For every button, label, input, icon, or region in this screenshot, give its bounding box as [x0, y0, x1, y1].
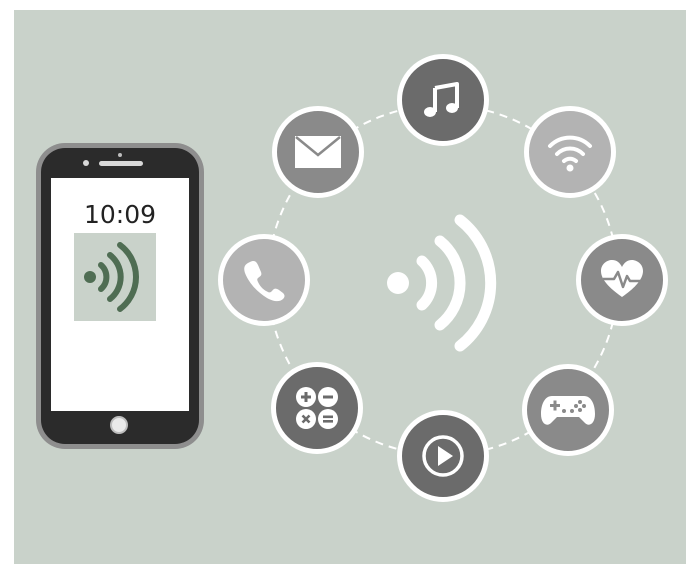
heart-rate-icon [601, 260, 643, 297]
phone-speaker [99, 161, 143, 166]
phone-call-icon [244, 261, 285, 302]
mail-circle [272, 106, 364, 198]
phone-sensor [118, 153, 122, 157]
phone-home-button [110, 416, 128, 434]
wifi-icon [548, 135, 592, 172]
calculator-icon [296, 387, 338, 429]
music-icon [424, 82, 459, 117]
smartphone: 10:09 [41, 148, 199, 444]
illustration-canvas: 10:09 [14, 10, 686, 564]
gamepad-circle [522, 364, 614, 456]
wifi-circle [524, 106, 616, 198]
heart-rate-circle [576, 234, 668, 326]
play-icon [422, 435, 464, 477]
music-circle [397, 54, 489, 146]
nfc-icon [84, 242, 139, 312]
calculator-circle [271, 362, 363, 454]
mail-icon [295, 136, 341, 168]
phone-clock: 10:09 [83, 200, 157, 229]
nfc-icon [387, 214, 497, 352]
phone-screen: 10:09 [51, 178, 189, 411]
phone-camera [83, 160, 89, 166]
phone-call-circle [218, 234, 310, 326]
play-circle [397, 410, 489, 502]
gamepad-icon [541, 396, 595, 425]
phone-nfc-tile [74, 233, 156, 321]
